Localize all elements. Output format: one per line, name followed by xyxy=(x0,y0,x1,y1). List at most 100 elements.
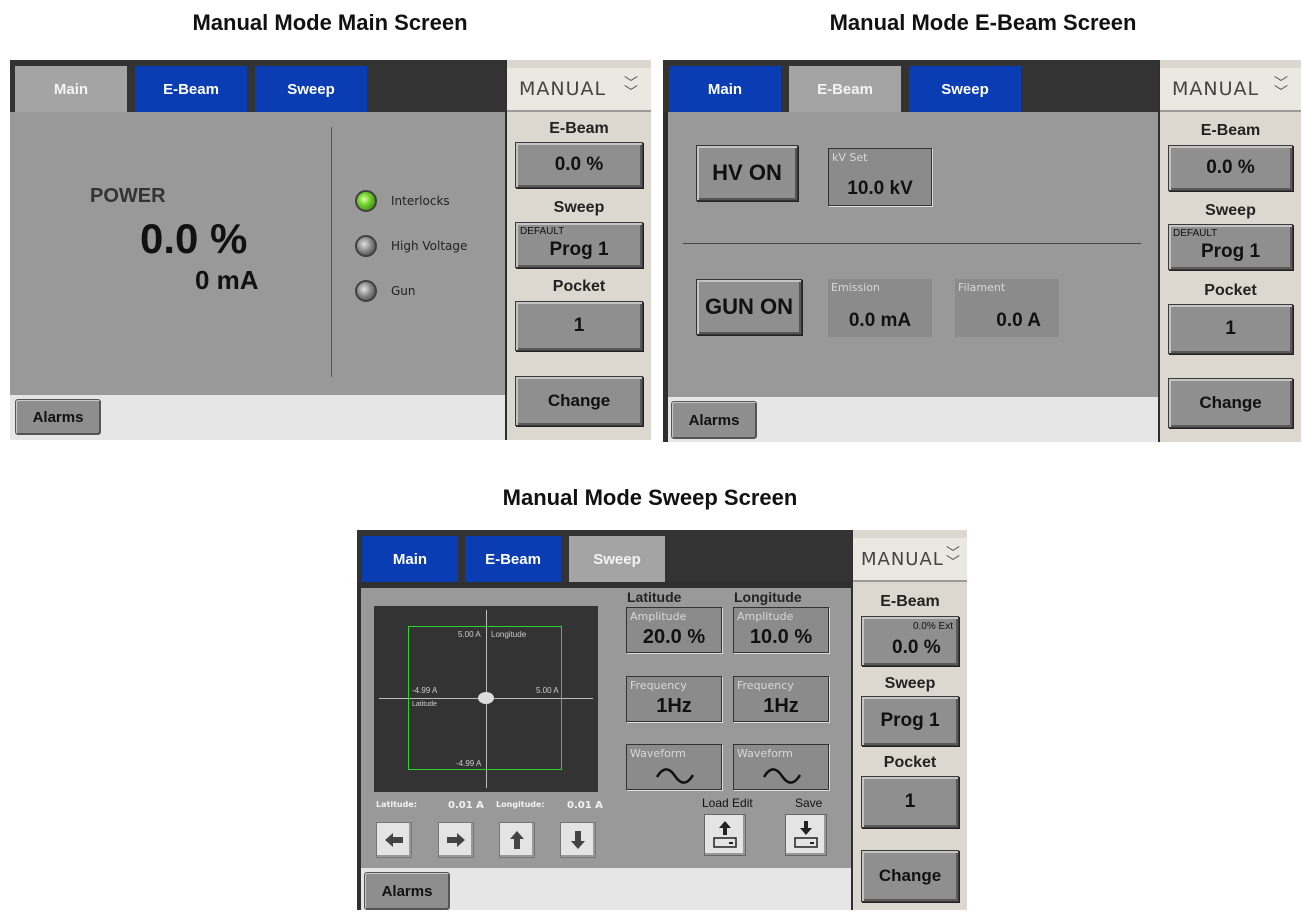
move-up-button[interactable] xyxy=(499,822,535,858)
latitude-waveform-field[interactable]: Waveform xyxy=(626,744,722,790)
ebeam-value-button[interactable]: 0.0% Ext 0.0 % xyxy=(861,616,959,666)
save-button[interactable] xyxy=(785,814,827,856)
mode-selector[interactable]: MANUAL ﹀ ﹀ xyxy=(507,68,651,112)
tab-sweep[interactable]: Sweep xyxy=(569,536,665,582)
change-button[interactable]: Change xyxy=(861,850,959,902)
emission-value: 0.0 mA xyxy=(848,310,912,331)
sweep-content-area: 5.00 A Longitude -4.99 A 5.00 A Latitude… xyxy=(361,588,851,868)
longitude-frequency-value: 1Hz xyxy=(763,695,799,717)
tab-bar: Main E-Beam Sweep xyxy=(10,60,505,112)
pocket-value-button[interactable]: 1 xyxy=(515,301,643,351)
pocket-side-label: Pocket xyxy=(883,754,937,771)
tab-main[interactable]: Main xyxy=(669,66,781,112)
tab-sweep[interactable]: Sweep xyxy=(255,66,367,112)
ebeam-value-button[interactable]: 0.0 % xyxy=(515,142,643,188)
sweep-default-label: DEFAULT xyxy=(1173,228,1218,239)
tab-ebeam[interactable]: E-Beam xyxy=(465,536,561,582)
longitude-waveform-field[interactable]: Waveform xyxy=(733,744,829,790)
change-button[interactable]: Change xyxy=(1168,378,1293,428)
plot-longitude-axis-label: Longitude xyxy=(491,630,527,639)
gun-on-button[interactable]: GUN ON xyxy=(696,279,802,335)
arrow-up-icon xyxy=(510,831,524,849)
latitude-amplitude-field[interactable]: Amplitude 20.0 % xyxy=(626,607,722,653)
mode-selector[interactable]: MANUAL ﹀ ﹀ xyxy=(1160,68,1301,112)
longitude-header: Longitude xyxy=(734,589,802,605)
step-latitude-value: 0.01 A xyxy=(448,800,484,811)
sweep-prog-button[interactable]: DEFAULT Prog 1 xyxy=(1168,224,1293,270)
tab-main[interactable]: Main xyxy=(15,66,127,112)
caption-sweep-screen: Manual Mode Sweep Screen xyxy=(502,485,798,510)
side-panel: MANUAL ﹀ ﹀ E-Beam 0.0 % Sweep DEFAULT Prog… xyxy=(507,60,651,440)
arrow-down-icon xyxy=(571,831,585,849)
plot-latitude-axis-label: Latitude xyxy=(412,701,437,708)
kv-set-value: 10.0 kV xyxy=(847,178,913,199)
caption-main-screen: Manual Mode Main Screen xyxy=(192,10,468,35)
sweep-prog-button[interactable]: Prog 1 xyxy=(861,696,959,746)
ebeam-side-label: E-Beam xyxy=(549,120,609,137)
bottom-bar: Alarms xyxy=(10,395,505,440)
tab-ebeam[interactable]: E-Beam xyxy=(135,66,247,112)
sweep-side-label: Sweep xyxy=(553,199,605,216)
latitude-frequency-label: Frequency xyxy=(630,679,687,692)
latitude-amplitude-label: Amplitude xyxy=(630,610,687,623)
tab-ebeam[interactable]: E-Beam xyxy=(789,66,901,112)
change-button[interactable]: Change xyxy=(515,376,643,426)
mode-label: MANUAL xyxy=(519,78,607,100)
latitude-waveform-label: Waveform xyxy=(630,747,686,760)
longitude-frequency-field[interactable]: Frequency 1Hz xyxy=(733,676,829,722)
pocket-value-button[interactable]: 1 xyxy=(1168,304,1293,354)
sine-wave-icon xyxy=(762,768,802,784)
alarms-button[interactable]: Alarms xyxy=(671,401,757,439)
tab-bar: Main E-Beam Sweep xyxy=(663,60,1158,112)
pocket-side-label: Pocket xyxy=(552,278,606,295)
mode-label: MANUAL xyxy=(1172,78,1260,100)
filament-label: Filament xyxy=(958,281,1006,294)
move-down-button[interactable] xyxy=(560,822,596,858)
vertical-divider xyxy=(331,127,332,377)
move-left-button[interactable] xyxy=(376,822,412,858)
ebeam-side-label: E-Beam xyxy=(880,593,940,610)
pocket-value-button[interactable]: 1 xyxy=(861,776,959,828)
load-edit-label: Load Edit xyxy=(702,796,753,810)
high-voltage-label: High Voltage xyxy=(391,239,468,253)
current-value: 0 mA xyxy=(195,265,259,295)
alarms-button[interactable]: Alarms xyxy=(364,872,450,910)
tab-bar: Main E-Beam Sweep xyxy=(357,530,852,582)
mode-selector[interactable]: MANUAL ﹀ ﹀ xyxy=(853,538,967,582)
longitude-amplitude-field[interactable]: Amplitude 10.0 % xyxy=(733,607,829,653)
save-label: Save xyxy=(795,796,823,810)
step-longitude-value: 0.01 A xyxy=(567,800,603,811)
main-content-area: POWER 0.0 % 0 mA Interlocks High Voltage… xyxy=(10,112,505,395)
sweep-default-label: DEFAULT xyxy=(520,226,565,237)
hv-on-button[interactable]: HV ON xyxy=(696,145,798,201)
interlocks-led xyxy=(355,190,377,212)
sine-wave-icon xyxy=(655,768,695,784)
mode-label: MANUAL xyxy=(861,548,944,570)
tab-main[interactable]: Main xyxy=(362,536,458,582)
move-right-button[interactable] xyxy=(438,822,474,858)
plot-left-label: -4.99 A xyxy=(412,686,438,695)
chevron-down-icon: ﹀ ﹀ xyxy=(1274,76,1289,101)
tab-sweep[interactable]: Sweep xyxy=(909,66,1021,112)
plot-bottom-label: -4.99 A xyxy=(456,759,482,768)
kv-set-field[interactable]: kV Set 10.0 kV xyxy=(828,148,932,206)
sweep-side-label: Sweep xyxy=(884,675,936,692)
load-edit-button[interactable] xyxy=(704,814,746,856)
alarms-button[interactable]: Alarms xyxy=(15,399,101,435)
latitude-frequency-field[interactable]: Frequency 1Hz xyxy=(626,676,722,722)
side-panel: MANUAL ﹀ ﹀ E-Beam 0.0 % Sweep DEFAULT Prog… xyxy=(1160,60,1301,442)
ebeam-value-button[interactable]: 0.0 % xyxy=(1168,145,1293,191)
main-screen-panel: Main E-Beam Sweep POWER 0.0 % 0 mA Inter… xyxy=(10,60,651,440)
plot-top-label: 5.00 A xyxy=(458,630,481,639)
sweep-prog-value: Prog 1 xyxy=(1200,241,1261,262)
filament-value: 0.0 A xyxy=(996,310,1041,331)
sweep-prog-value: Prog 1 xyxy=(549,239,609,260)
bottom-bar: Alarms xyxy=(361,868,851,910)
plot-right-label: 5.00 A xyxy=(536,686,559,695)
longitude-frequency-label: Frequency xyxy=(737,679,794,692)
step-longitude-label: Longitude: xyxy=(496,800,545,809)
chevron-down-icon: ﹀ ﹀ xyxy=(624,76,639,101)
latitude-frequency-value: 1Hz xyxy=(656,695,692,717)
sweep-prog-button[interactable]: DEFAULT Prog 1 xyxy=(515,222,643,268)
kv-set-label: kV Set xyxy=(832,151,868,164)
